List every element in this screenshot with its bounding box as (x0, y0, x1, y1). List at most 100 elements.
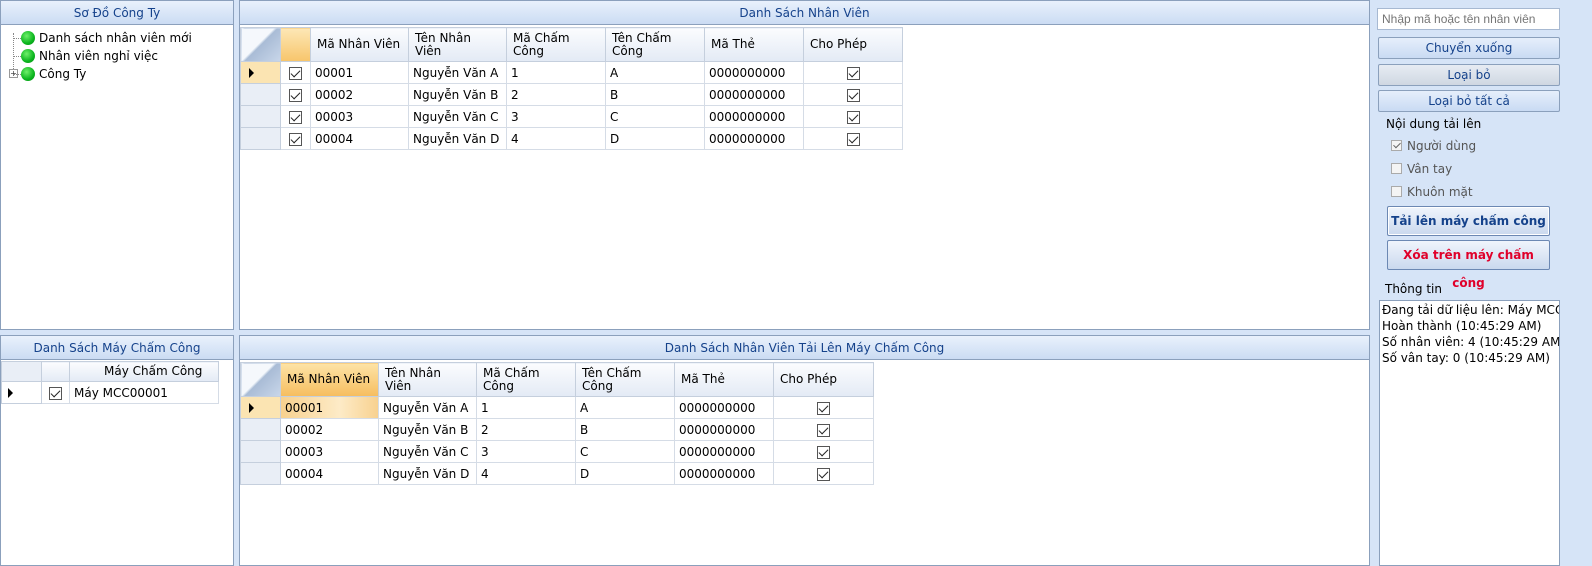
row-select-checkbox[interactable] (289, 66, 302, 80)
row-indicator[interactable] (1, 381, 42, 404)
option-user[interactable]: Người dùng (1391, 138, 1476, 154)
cell-attendance-code[interactable]: 1 (476, 396, 576, 419)
cell-employee-code[interactable]: 00002 (310, 83, 409, 106)
column-header[interactable]: Cho Phép (773, 362, 874, 397)
select-column-header[interactable] (41, 361, 70, 382)
cell-employee-code[interactable]: 00001 (310, 61, 409, 84)
cell-attendance-name[interactable]: D (575, 462, 675, 485)
column-header[interactable]: Tên Nhân Viên (408, 27, 507, 62)
row-indicator[interactable] (240, 462, 281, 485)
column-header[interactable]: Cho Phép (803, 27, 903, 62)
column-header[interactable]: Mã Nhân Viên (280, 362, 379, 397)
row-indicator[interactable] (240, 418, 281, 441)
cell-employee-name[interactable]: Nguyễn Văn B (378, 418, 477, 441)
table-row[interactable]: 00001 Nguyễn Văn A 1 A 0000000000 (240, 396, 874, 419)
cell-attendance-name[interactable]: A (575, 396, 675, 419)
grid-corner[interactable] (1, 361, 42, 382)
row-select-checkbox[interactable] (289, 88, 302, 102)
tree-item-company[interactable]: + Công Ty (7, 65, 233, 83)
cell-machine-name[interactable]: Máy MCC00001 (69, 381, 219, 404)
cell-attendance-name[interactable]: D (605, 127, 705, 150)
cell-employee-name[interactable]: Nguyễn Văn B (408, 83, 507, 106)
face-checkbox[interactable] (1391, 186, 1402, 197)
table-row[interactable]: 00004 Nguyễn Văn D 4 D 0000000000 (240, 127, 903, 150)
option-fingerprint[interactable]: Vân tay (1391, 161, 1452, 177)
cell-card-code[interactable]: 0000000000 (704, 61, 804, 84)
select-column-header[interactable] (280, 27, 311, 62)
grid-corner[interactable] (240, 27, 281, 62)
cell-employee-code[interactable]: 00001 (280, 396, 379, 419)
allowed-checkbox[interactable] (817, 445, 830, 459)
cell-attendance-code[interactable]: 1 (506, 61, 606, 84)
grid-corner[interactable] (240, 362, 281, 397)
option-face[interactable]: Khuôn mặt (1391, 184, 1473, 200)
cell-employee-name[interactable]: Nguyễn Văn D (378, 462, 477, 485)
cell-employee-code[interactable]: 00004 (280, 462, 379, 485)
cell-card-code[interactable]: 0000000000 (704, 127, 804, 150)
column-header[interactable]: Tên Chấm Công (575, 362, 675, 397)
tree-item-resigned-employees[interactable]: Nhân viên nghỉ việc (7, 47, 233, 65)
cell-employee-name[interactable]: Nguyễn Văn A (378, 396, 477, 419)
cell-attendance-code[interactable]: 2 (506, 83, 606, 106)
row-select-checkbox[interactable] (289, 132, 302, 146)
tree-item-new-employees[interactable]: Danh sách nhân viên mới (7, 29, 233, 47)
cell-card-code[interactable]: 0000000000 (704, 105, 804, 128)
cell-employee-code[interactable]: 00003 (280, 440, 379, 463)
allowed-checkbox[interactable] (846, 88, 860, 102)
column-header[interactable]: Máy Chấm Công (69, 361, 219, 382)
cell-card-code[interactable]: 0000000000 (674, 396, 774, 419)
cell-attendance-code[interactable]: 3 (476, 440, 576, 463)
cell-employee-name[interactable]: Nguyễn Văn A (408, 61, 507, 84)
cell-card-code[interactable]: 0000000000 (704, 83, 804, 106)
table-row[interactable]: 00004 Nguyễn Văn D 4 D 0000000000 (240, 462, 874, 485)
cell-employee-name[interactable]: Nguyễn Văn D (408, 127, 507, 150)
cell-card-code[interactable]: 0000000000 (674, 462, 774, 485)
allowed-checkbox[interactable] (846, 66, 860, 80)
cell-attendance-code[interactable]: 3 (506, 105, 606, 128)
row-indicator[interactable] (240, 83, 281, 106)
cell-employee-code[interactable]: 00004 (310, 127, 409, 150)
column-header[interactable]: Mã Chấm Công (506, 27, 606, 62)
row-indicator[interactable] (240, 61, 281, 84)
column-header[interactable]: Tên Nhân Viên (378, 362, 477, 397)
row-indicator[interactable] (240, 105, 281, 128)
user-checkbox[interactable] (1391, 140, 1402, 151)
move-down-button[interactable]: Chuyển xuống (1378, 37, 1560, 59)
allowed-checkbox[interactable] (817, 423, 830, 437)
cell-employee-name[interactable]: Nguyễn Văn C (378, 440, 477, 463)
machine-select-checkbox[interactable] (49, 386, 62, 400)
allowed-checkbox[interactable] (846, 132, 860, 146)
allowed-checkbox[interactable] (817, 401, 830, 415)
employee-search-input[interactable] (1377, 8, 1560, 30)
row-indicator[interactable] (240, 396, 281, 419)
cell-attendance-code[interactable]: 4 (476, 462, 576, 485)
cell-employee-code[interactable]: 00002 (280, 418, 379, 441)
table-row[interactable]: 00003 Nguyễn Văn C 3 C 0000000000 (240, 440, 874, 463)
column-header[interactable]: Mã Thẻ (704, 27, 804, 62)
column-header[interactable]: Tên Chấm Công (605, 27, 705, 62)
column-header[interactable]: Mã Chấm Công (476, 362, 576, 397)
cell-card-code[interactable]: 0000000000 (674, 440, 774, 463)
column-header[interactable]: Mã Nhân Viên (310, 27, 409, 62)
table-row[interactable]: Máy MCC00001 (1, 381, 219, 404)
allowed-checkbox[interactable] (846, 110, 860, 124)
table-row[interactable]: 00002 Nguyễn Văn B 2 B 0000000000 (240, 418, 874, 441)
upload-to-machine-button[interactable]: Tải lên máy chấm công (1387, 206, 1550, 236)
row-select-checkbox[interactable] (289, 110, 302, 124)
cell-attendance-name[interactable]: B (575, 418, 675, 441)
cell-employee-code[interactable]: 00003 (310, 105, 409, 128)
fingerprint-checkbox[interactable] (1391, 163, 1402, 174)
cell-attendance-code[interactable]: 4 (506, 127, 606, 150)
cell-attendance-name[interactable]: C (605, 105, 705, 128)
table-row[interactable]: 00003 Nguyễn Văn C 3 C 0000000000 (240, 105, 903, 128)
cell-attendance-name[interactable]: B (605, 83, 705, 106)
row-indicator[interactable] (240, 127, 281, 150)
delete-on-machine-button[interactable]: Xóa trên máy chấm công (1387, 240, 1550, 290)
remove-all-button[interactable]: Loại bỏ tất cả (1378, 90, 1560, 112)
allowed-checkbox[interactable] (817, 467, 830, 481)
cell-attendance-name[interactable]: C (575, 440, 675, 463)
table-row[interactable]: 00001 Nguyễn Văn A 1 A 0000000000 (240, 61, 903, 84)
column-header[interactable]: Mã Thẻ (674, 362, 774, 397)
cell-attendance-name[interactable]: A (605, 61, 705, 84)
remove-button[interactable]: Loại bỏ (1378, 64, 1560, 86)
